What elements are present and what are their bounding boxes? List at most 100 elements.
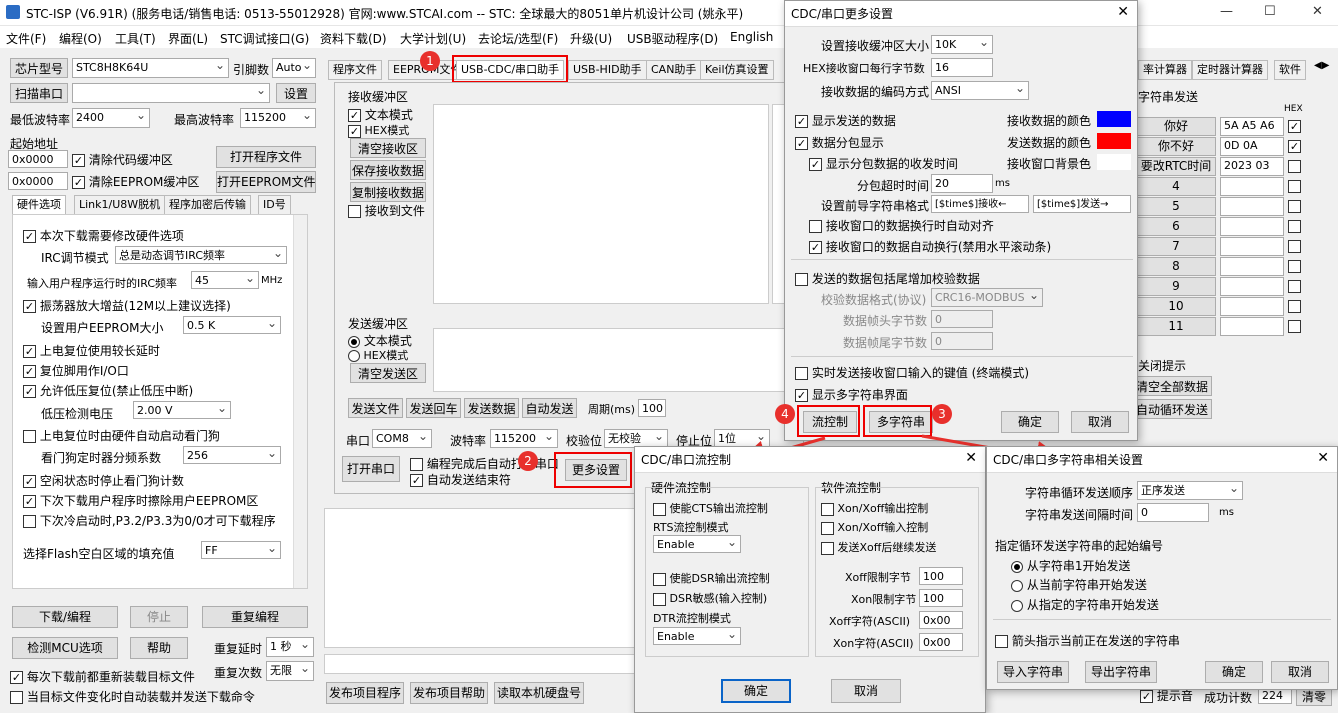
recv-text-area[interactable] [433,104,769,304]
eeprom-address-input[interactable]: 0x0000 [8,172,68,190]
hex-checkbox[interactable] [1288,220,1301,233]
menu-view[interactable]: 界面(L) [168,30,208,47]
xon-limit-input[interactable]: 100 [919,589,963,607]
tab-id[interactable]: ID号 [258,195,291,215]
xon-out-checkbox[interactable]: Xon/Xoff输出控制 [821,500,928,516]
hex-checkbox[interactable]: ✓ [1288,120,1301,133]
send-cr-button[interactable]: 发送回车 [406,398,461,418]
multi-string-input[interactable] [1220,297,1284,316]
menu-university[interactable]: 大学计划(U) [400,30,466,47]
minimize-icon[interactable]: — [1220,4,1233,19]
multi-send-button[interactable]: 4 [1136,177,1216,196]
menu-english[interactable]: English [730,30,773,44]
hex-checkbox[interactable] [1288,200,1301,213]
dsr-sens-checkbox[interactable]: DSR敏感(输入控制) [653,590,767,606]
auto-send-button[interactable]: 自动发送 [522,398,577,418]
max-baud-select[interactable]: 115200 [240,108,316,128]
send-data-button[interactable]: 发送数据 [464,398,519,418]
tab-baud-calc[interactable]: 率计算器 [1138,60,1192,80]
tab-hardware[interactable]: 硬件选项 [12,195,66,215]
multi-string-input[interactable] [1220,177,1284,196]
auto-end-checkbox[interactable]: ✓ 自动发送结束符 [410,471,511,488]
read-disk-id-button[interactable]: 读取本机硬盘号 [494,682,584,704]
multi-send-button[interactable]: 你好 [1136,117,1216,136]
open-program-button[interactable]: 打开程序文件 [216,146,316,168]
menu-upgrade[interactable]: 升级(U) [570,30,612,47]
menu-usb-driver[interactable]: USB驱动程序(D) [627,30,718,47]
xon-char-input[interactable]: 0x00 [919,633,963,651]
publish-program-button[interactable]: 发布项目程序 [326,682,404,704]
xoff-char-input[interactable]: 0x00 [919,611,963,629]
wrap-align-checkbox[interactable]: 接收窗口的数据换行时自动对齐 [809,217,994,234]
flow-cancel-button[interactable]: 取消 [831,679,901,703]
multi-send-button[interactable]: 5 [1136,197,1216,216]
send-file-button[interactable]: 发送文件 [348,398,403,418]
multi-send-button[interactable]: 你不好 [1136,137,1216,156]
prefix-recv-input[interactable]: [$time$]接收← [931,195,1029,213]
clear-recv-button[interactable]: 清空接收区 [350,138,426,158]
open-port-button[interactable]: 打开串口 [342,456,400,482]
close-window-icon[interactable]: ✕ [1312,4,1323,19]
tab-program-file[interactable]: 程序文件 [328,60,382,80]
chip-model-select[interactable]: STC8H8K64U [72,58,229,78]
clear-code-checkbox[interactable]: ✓ 清除代码缓冲区 [72,151,173,168]
tail-bytes-input[interactable]: 0 [931,332,993,350]
cts-checkbox[interactable]: 使能CTS输出流控制 [653,500,768,516]
flow-ok-button[interactable]: 确定 [721,679,791,703]
hexline-input[interactable]: 16 [931,58,993,77]
encoding-select[interactable]: ANSI [931,81,1029,100]
split-checkbox[interactable]: ✓ 数据分包显示 [795,134,884,151]
multi-send-button[interactable]: 要改RTC时间 [1136,157,1216,176]
head-bytes-input[interactable]: 0 [931,310,993,328]
eeprom-size-select[interactable]: 0.5 K [183,316,281,334]
reprogram-button[interactable]: 重复编程 [202,606,308,628]
interval-input[interactable]: 0 [1137,503,1209,522]
open-eeprom-button[interactable]: 打开EEPROM文件 [216,171,316,193]
auto-loop-button[interactable]: 自动循环发送 [1132,399,1212,419]
hex-checkbox[interactable] [1288,320,1301,333]
port-select[interactable] [72,83,270,103]
menu-forum[interactable]: 去论坛/选型(F) [478,30,558,47]
multi-cancel-button[interactable]: 取消 [1271,661,1329,683]
show-sent-checkbox[interactable]: ✓ 显示发送的数据 [795,112,896,129]
multi-string-input[interactable]: 5A A5 A6 [1220,117,1284,136]
recv-text-mode[interactable]: ✓ 文本模式 [348,106,413,123]
repeat-count-select[interactable]: 无限 [266,661,314,681]
port-select-cdc[interactable]: COM8 [372,429,432,448]
tab-keil[interactable]: Keil仿真设置 [700,60,774,80]
export-strings-button[interactable]: 导出字符串 [1085,661,1157,683]
show-multi-checkbox[interactable]: ✓ 显示多字符串界面 [795,386,908,403]
timeout-input[interactable]: 20 [931,174,993,193]
copy-recv-button[interactable]: 复制接收数据 [350,182,426,202]
multi-string-input[interactable] [1220,257,1284,276]
reload-checkbox[interactable]: ✓ 每次下载前都重新装载目标文件 [10,668,195,685]
multi-send-button[interactable]: 6 [1136,217,1216,236]
wdt-prescale-select[interactable]: 256 [183,446,281,464]
split-time-checkbox[interactable]: ✓ 显示分包数据的收发时间 [809,155,958,172]
hex-checkbox[interactable] [1288,240,1301,253]
hex-checkbox[interactable] [1288,280,1301,293]
send-hex-mode[interactable]: HEX模式 [348,347,408,363]
rts-mode-select[interactable]: Enable [653,535,741,553]
lvd-select[interactable]: 2.00 V [133,401,231,419]
clear-all-button[interactable]: 清空全部数据 [1132,376,1212,396]
bg-color-swatch[interactable] [1097,154,1131,170]
code-address-input[interactable]: 0x0000 [8,150,68,168]
tab-link1[interactable]: Link1/U8W脱机 [74,195,166,215]
xon-in-checkbox[interactable]: Xon/Xoff输入控制 [821,519,928,535]
tab-encrypt[interactable]: 程序加密后传输 [164,195,251,215]
arrow-indicator-checkbox[interactable]: 箭头指示当前正在发送的字符串 [995,632,1180,649]
stop-button[interactable]: 停止 [130,606,188,628]
tab-usb-hid[interactable]: USB-HID助手 [568,60,647,80]
send-text-area[interactable] [433,328,789,392]
flash-fill-select[interactable]: FF [201,541,281,559]
auto-wrap-checkbox[interactable]: ✓ 接收窗口的数据自动换行(禁用水平滚动条) [809,238,1051,255]
xoff-cont-checkbox[interactable]: 发送Xoff后继续发送 [821,539,936,555]
multi-string-input[interactable]: 2023 03 27 [1220,157,1284,188]
multi-ok-button[interactable]: 确定 [1205,661,1263,683]
multi-send-button[interactable]: 10 [1136,297,1216,316]
repeat-delay-select[interactable]: 1 秒 [266,637,314,657]
opt-row[interactable]: ✓ 复位脚用作I/O口 [23,362,129,379]
clear-eeprom-checkbox[interactable]: ✓ 清除EEPROM缓冲区 [72,173,199,190]
tab-can[interactable]: CAN助手 [646,60,702,80]
